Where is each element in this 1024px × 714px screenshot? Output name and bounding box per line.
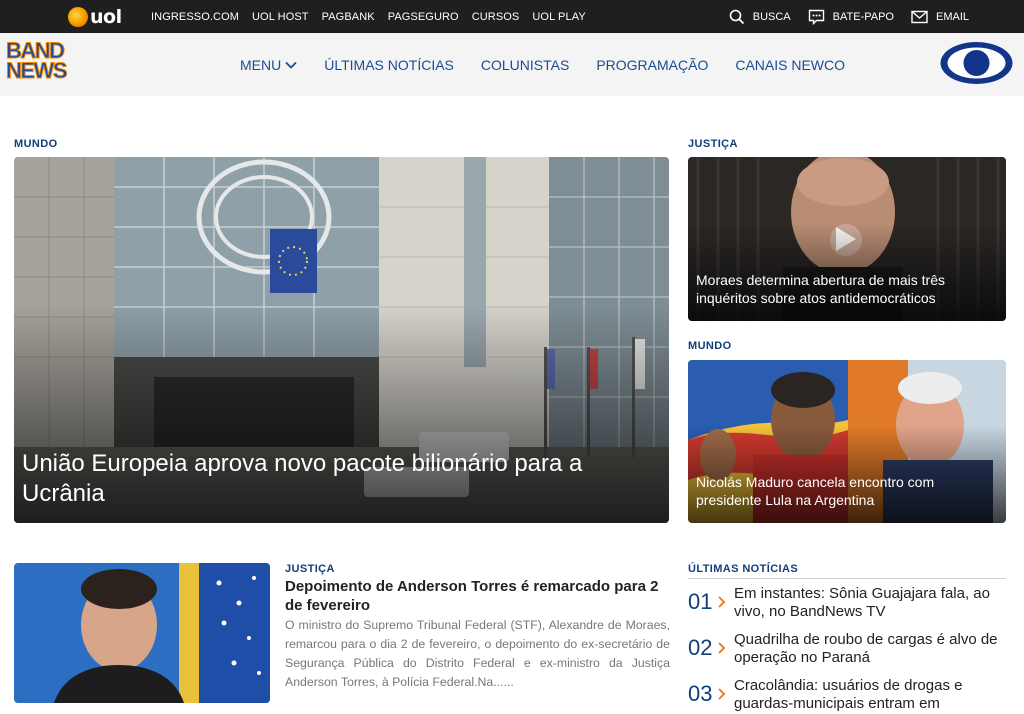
search-label: BUSCA (752, 10, 791, 23)
uol-link-pagbank[interactable]: PAGBANK (322, 11, 375, 23)
nav-programming[interactable]: PROGRAMAÇÃO (596, 57, 708, 73)
latest-news-number: 02 (688, 635, 713, 660)
latest-news-text[interactable]: Em instantes: Sônia Guajajara fala, ao v… (734, 585, 1004, 621)
side-story-2-headline[interactable]: Nicolás Maduro cancela encontro com pres… (696, 473, 996, 509)
chat-icon (808, 9, 824, 25)
side-story-2-category[interactable]: MUNDO (688, 340, 732, 352)
search-icon (729, 9, 744, 24)
nav-menu[interactable]: MENU (240, 57, 297, 73)
uol-link-uolplay[interactable]: UOL PLAY (532, 11, 585, 23)
uol-logo-text: uol (90, 5, 122, 28)
chevron-right-icon (718, 677, 734, 713)
chevron-right-icon (718, 585, 734, 621)
email-button[interactable]: EMAIL (911, 10, 969, 24)
uol-tools: BUSCA BATE-PAPO EMAIL (712, 0, 969, 33)
latest-news-item[interactable]: 03 Cracolândia: usuários de drogas e gua… (688, 677, 1004, 713)
chevron-down-icon (285, 61, 297, 69)
torres-story-image[interactable] (14, 563, 270, 703)
side-story-1-headline[interactable]: Moraes determina abertura de mais três i… (696, 271, 996, 307)
torres-story-category[interactable]: JUSTIÇA (285, 563, 335, 575)
nav-latest-news[interactable]: ÚLTIMAS NOTÍCIAS (324, 57, 454, 73)
latest-news-number: 01 (688, 589, 713, 614)
nav-menu-label: MENU (240, 56, 282, 73)
latest-news-text[interactable]: Quadrilha de roubo de cargas é alvo de o… (734, 631, 1004, 667)
bandnews-header: BAND NEWS MENU ÚLTIMAS NOTÍCIAS COLUNIST… (0, 33, 1024, 96)
nav-columnists[interactable]: COLUNISTAS (481, 57, 569, 73)
latest-news-text[interactable]: Cracolândia: usuários de drogas e guarda… (734, 677, 1004, 713)
latest-news-title[interactable]: ÚLTIMAS NOTÍCIAS (688, 563, 798, 575)
main-story-category[interactable]: MUNDO (14, 138, 58, 150)
torres-story-summary: O ministro do Supremo Tribunal Federal (… (285, 618, 670, 689)
main-story-card[interactable]: União Europeia aprova novo pacote bilion… (14, 157, 669, 523)
bandnews-logo[interactable]: BAND NEWS (6, 39, 98, 87)
main-nav: MENU ÚLTIMAS NOTÍCIAS COLUNISTAS PROGRAM… (240, 33, 872, 96)
email-label: EMAIL (935, 10, 969, 23)
uol-link-cursos[interactable]: CURSOS (472, 11, 520, 23)
side-story-1-card[interactable]: Moraes determina abertura de mais três i… (688, 157, 1006, 321)
latest-news-item[interactable]: 01 Em instantes: Sônia Guajajara fala, a… (688, 585, 1004, 621)
bandnews-logo-line2: NEWS (6, 58, 69, 83)
uol-ball-icon (68, 6, 88, 27)
chat-label: BATE-PAPO (832, 10, 894, 23)
search-button[interactable]: BUSCA (729, 9, 791, 25)
uol-link-pagseguro[interactable]: PAGSEGURO (388, 11, 459, 23)
uol-link-ingresso[interactable]: INGRESSO.COM (151, 11, 239, 23)
main-story-headline[interactable]: União Europeia aprova novo pacote bilion… (22, 449, 619, 509)
chevron-right-icon (718, 631, 734, 667)
uol-logo[interactable]: uol (68, 5, 122, 28)
chat-button[interactable]: BATE-PAPO (808, 9, 894, 25)
anderson-torres-photo (14, 563, 270, 703)
latest-news-divider (688, 578, 1006, 579)
band-eye-logo-icon[interactable] (939, 40, 1014, 86)
side-story-1-category[interactable]: JUSTIÇA (688, 138, 738, 150)
torres-story-headline[interactable]: Depoimento de Anderson Torres é remarcad… (285, 577, 670, 615)
latest-news-item[interactable]: 02 Quadrilha de roubo de cargas é alvo d… (688, 631, 1004, 667)
uol-links: INGRESSO.COM UOL HOST PAGBANK PAGSEGURO … (151, 0, 599, 33)
nav-channels[interactable]: CANAIS NEWCO (735, 57, 845, 73)
uol-link-uolhost[interactable]: UOL HOST (252, 11, 309, 23)
latest-news-number: 03 (688, 681, 713, 706)
side-story-2-card[interactable]: Nicolás Maduro cancela encontro com pres… (688, 360, 1006, 523)
mail-icon (911, 10, 928, 23)
uol-top-bar: uol INGRESSO.COM UOL HOST PAGBANK PAGSEG… (0, 0, 1024, 33)
